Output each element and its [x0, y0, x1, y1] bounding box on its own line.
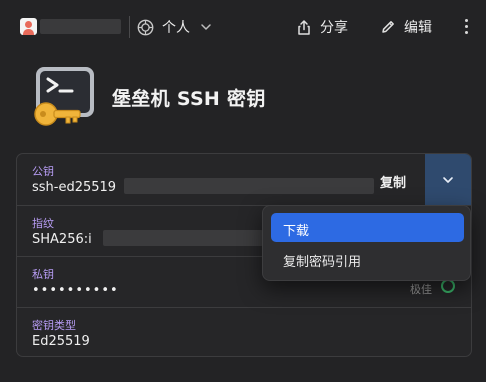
field-label: 指纹	[32, 217, 54, 230]
fingerprint-value[interactable]: SHA256:i	[32, 232, 92, 247]
vault-switcher[interactable]: 个人	[137, 15, 212, 39]
menu-item-copy-secret-reference[interactable]: 复制密码引用	[271, 244, 464, 273]
copy-button[interactable]: 复制	[380, 172, 406, 191]
vault-icon	[137, 19, 154, 35]
item-title: 堡垒机 SSH 密钥	[112, 88, 266, 110]
avatar-head	[25, 21, 32, 28]
share-label: 分享	[320, 20, 348, 36]
public-key-value[interactable]: ssh-ed25519	[32, 180, 116, 195]
share-button[interactable]: 分享	[296, 15, 348, 39]
public-key-field[interactable]: 公钥 ssh-ed25519 复制	[17, 154, 471, 205]
more-dot	[464, 25, 468, 28]
password-strength-label: 极佳	[410, 283, 432, 296]
edit-button[interactable]: 编辑	[380, 15, 432, 39]
pencil-icon	[382, 21, 394, 33]
redacted-fingerprint-text	[103, 230, 263, 246]
field-label: 私钥	[32, 268, 54, 281]
copy-options-menu: 下载 复制密码引用	[262, 205, 471, 281]
redacted-key-text	[124, 178, 374, 194]
top-bar: 个人 分享 编辑	[0, 0, 486, 54]
more-dot	[464, 31, 468, 34]
field-label: 密钥类型	[32, 319, 76, 332]
edit-label: 编辑	[404, 20, 432, 36]
ssh-key-icon	[34, 67, 94, 126]
copy-options-dropdown-button[interactable]	[425, 154, 471, 205]
key-type-value[interactable]: Ed25519	[32, 334, 90, 349]
more-dot	[464, 19, 468, 22]
private-key-value[interactable]: ••••••••••	[32, 283, 119, 298]
chevron-down-icon	[443, 177, 453, 183]
strength-indicator-icon	[441, 279, 455, 293]
toolbar-divider	[129, 16, 130, 38]
account-avatar[interactable]	[20, 18, 37, 35]
menu-item-download[interactable]: 下载	[271, 213, 464, 242]
vault-name: 个人	[162, 20, 190, 36]
menu-item-label: 下载	[283, 224, 310, 239]
more-options-icon[interactable]	[460, 16, 472, 38]
key-type-field[interactable]: 密钥类型 Ed25519	[17, 307, 471, 357]
chevron-down-icon	[201, 24, 211, 30]
field-label: 公钥	[32, 165, 54, 178]
menu-item-label: 复制密码引用	[283, 255, 362, 270]
avatar-body	[23, 29, 34, 35]
share-icon	[298, 19, 310, 35]
account-name-redacted[interactable]	[40, 19, 121, 34]
